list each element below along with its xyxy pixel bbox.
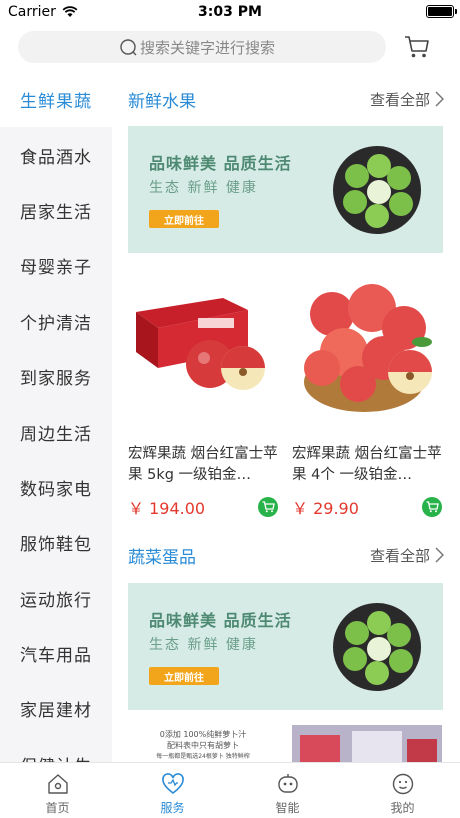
product-name: 宏辉果蔬 烟台红富士苹果 5kg 一级铂金… (128, 446, 278, 483)
view-all-label: 查看全部 (369, 546, 430, 565)
tab-smart[interactable]: 智能 (230, 763, 345, 818)
banner-headline: 品味鲜美 品质生活 (149, 611, 292, 630)
green-fruit-image (333, 603, 421, 691)
sidebar-item-auto[interactable]: 汽车用品 (0, 626, 112, 681)
sidebar-item-baby[interactable]: 母婴亲子 (0, 238, 112, 293)
face-icon (392, 773, 413, 795)
search-header: 搜索关键字进行搜索 (0, 24, 460, 72)
product-price: ￥ 29.90 (292, 499, 359, 518)
view-all-label: 查看全部 (369, 90, 430, 109)
promo-banner[interactable]: 品味鲜美 品质生活 生态 新鲜 健康 立即前往 (128, 583, 443, 710)
sidebar-item-personal-care[interactable]: 个护清洁 (0, 294, 112, 349)
strip-line-3: 每一瓶都是甄选24根萝卜 独特鲜榨 (156, 753, 250, 760)
product-image (292, 725, 442, 762)
section-header-fruit: 新鲜水果 查看全部 (128, 84, 444, 114)
view-all-link[interactable]: 查看全部 (370, 545, 444, 566)
tab-bar: 首页 服务 智能 我的 (0, 762, 460, 818)
product-image (292, 272, 442, 422)
home-icon (47, 774, 68, 794)
strip-line-2: 配料表中只有胡萝卜 (167, 741, 239, 750)
search-placeholder: 搜索关键字进行搜索 (140, 38, 276, 57)
section-header-vegetables: 蔬菜蛋品 查看全部 (128, 540, 444, 570)
tab-label: 我的 (390, 801, 415, 815)
add-to-cart-button[interactable] (422, 497, 442, 517)
sidebar-item-fresh[interactable]: 生鲜果蔬 (0, 72, 112, 128)
green-fruit-image (333, 146, 421, 234)
sidebar-item-food[interactable]: 食品酒水 (0, 127, 112, 182)
promo-banner[interactable]: 品味鲜美 品质生活 生态 新鲜 健康 立即前往 (128, 126, 443, 253)
sidebar-item-home[interactable]: 居家生活 (0, 183, 112, 238)
cart-icon (262, 501, 275, 513)
sidebar-item-apparel[interactable]: 服饰鞋包 (0, 515, 112, 570)
sidebar-item-digital[interactable]: 数码家电 (0, 460, 112, 515)
battery-icon (426, 5, 457, 18)
view-all-link[interactable]: 查看全部 (370, 89, 444, 110)
banner-subline: 生态 新鲜 健康 (149, 637, 258, 653)
sidebar-item-health[interactable]: 保健计生 (0, 737, 112, 762)
product-card-partial[interactable]: 0添加 100%纯鲜萝卜汁 配料表中只有胡萝卜 每一瓶都是甄选24根萝卜 独特鲜… (128, 725, 278, 762)
tab-service[interactable]: 服务 (115, 763, 230, 818)
section-title: 蔬菜蛋品 (128, 547, 196, 568)
category-sidebar: 生鲜果蔬 食品酒水 居家生活 母婴亲子 个护清洁 到家服务 周边生活 数码家电 … (0, 72, 112, 762)
product-name: 宏辉果蔬 烟台红富士苹果 4个 一级铂金… (292, 446, 442, 483)
tab-label: 首页 (45, 801, 70, 815)
chevron-right-icon (435, 91, 444, 107)
product-price: ￥ 194.00 (128, 499, 206, 518)
banner-subline: 生态 新鲜 健康 (149, 180, 258, 196)
cart-icon[interactable] (404, 35, 430, 59)
cart-icon (426, 501, 439, 513)
product-card[interactable]: 宏辉果蔬 烟台红富士苹果 5kg 一级铂金… ￥ 194.00 (128, 272, 278, 519)
chevron-right-icon (435, 547, 444, 563)
section-title: 新鲜水果 (128, 91, 196, 112)
search-input[interactable]: 搜索关键字进行搜索 (18, 31, 386, 63)
robot-icon (277, 774, 298, 793)
sidebar-item-nearby[interactable]: 周边生活 (0, 404, 112, 459)
strip-line-1: 0添加 100%纯鲜萝卜汁 (159, 730, 247, 739)
go-now-button[interactable]: 立即前往 (149, 667, 219, 685)
sidebar-item-sports[interactable]: 运动旅行 (0, 571, 112, 626)
add-to-cart-button[interactable] (258, 497, 278, 517)
tab-label: 服务 (160, 801, 185, 815)
product-image (128, 272, 278, 422)
search-icon (120, 39, 137, 56)
status-bar: Carrier 3:03 PM (0, 0, 460, 24)
content-panel: 新鲜水果 查看全部 品味鲜美 品质生活 生态 新鲜 健康 立即前往 宏辉果蔬 烟… (112, 72, 460, 762)
banner-headline: 品味鲜美 品质生活 (149, 154, 292, 173)
heart-icon (161, 773, 184, 795)
product-card[interactable]: 宏辉果蔬 烟台红富士苹果 4个 一级铂金… ￥ 29.90 (292, 272, 442, 519)
product-card-partial[interactable] (292, 725, 442, 762)
tab-home[interactable]: 首页 (0, 763, 115, 818)
sidebar-item-home-service[interactable]: 到家服务 (0, 349, 112, 404)
sidebar-item-building[interactable]: 家居建材 (0, 681, 112, 736)
clock: 3:03 PM (198, 4, 262, 20)
tab-mine[interactable]: 我的 (345, 763, 460, 818)
tab-label: 智能 (275, 801, 300, 815)
go-now-button[interactable]: 立即前往 (149, 210, 219, 228)
